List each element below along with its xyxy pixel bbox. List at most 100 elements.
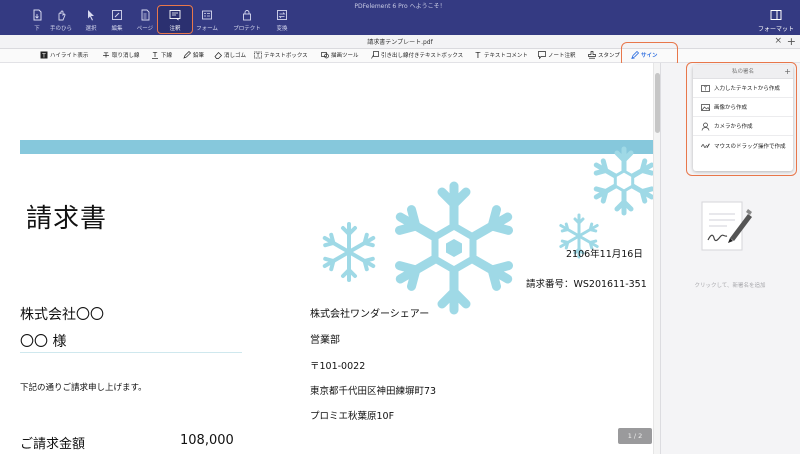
signature-menu-title: 私の署名 xyxy=(731,69,754,75)
tool-underline-label: 下線 xyxy=(161,53,173,59)
toolbar-page-down-label: 下 xyxy=(34,26,40,32)
bill-to-person: 〇〇 様 xyxy=(20,334,67,350)
issuer-company: 株式会社ワンダーシェアー xyxy=(310,309,430,320)
form-icon xyxy=(202,10,212,20)
tool-text-comment-label: テキストコメント xyxy=(484,53,528,59)
toolbar-convert-label: 変換 xyxy=(276,26,288,32)
textbox-icon: T xyxy=(254,51,262,59)
add-tab-icon[interactable]: + xyxy=(787,35,796,48)
create-from-text-option[interactable]: T 入力したテキストから作成 xyxy=(693,79,793,98)
underline-icon: T xyxy=(152,51,158,59)
shape-icon xyxy=(321,52,329,59)
hand-icon xyxy=(58,10,66,21)
tool-eraser-label: 消しゴム xyxy=(224,53,247,59)
create-from-image-option[interactable]: 画像から作成 xyxy=(693,98,793,117)
invoice-title: 請求書 xyxy=(26,204,108,234)
tool-callout[interactable]: 引き出し線付きテキストボックス xyxy=(371,51,463,59)
tool-stamp-label: スタンプ xyxy=(598,53,620,59)
tab-strip: 請求書テンプレート.pdf × + xyxy=(0,35,800,49)
document-canvas[interactable]: 請求書 2106年11月16日 請求番号：WS201611-351 株式会社〇〇… xyxy=(0,63,660,454)
toolbar-annotate-label: 注釈 xyxy=(169,26,181,32)
toolbar-edit-label: 編集 xyxy=(111,26,123,32)
create-from-camera-option[interactable]: カメラから作成 xyxy=(693,117,793,136)
text-sign-icon: T xyxy=(701,84,710,92)
toolbar-hand-label: 手のひら xyxy=(49,26,72,32)
small-snowflake-decoration xyxy=(322,222,376,282)
edit-icon xyxy=(112,10,122,20)
tool-shape-label: 描画ツール xyxy=(331,53,359,59)
stamp-icon xyxy=(588,51,596,59)
tool-textbox[interactable]: T テキストボックス xyxy=(254,51,308,59)
signature-illustration-icon xyxy=(701,201,752,251)
bill-to-divider xyxy=(20,352,242,353)
pencil-icon xyxy=(183,51,191,59)
page-down-icon xyxy=(33,9,42,21)
toolbar-page-label: ページ xyxy=(136,26,154,32)
protect-icon xyxy=(243,10,251,21)
invoice-number: 請求番号：WS201611-351 xyxy=(526,279,647,290)
format-button[interactable]: フォーマット xyxy=(756,4,796,34)
note-icon xyxy=(538,51,546,59)
create-by-mouse-option[interactable]: マウスのドラッグ操作で作成 xyxy=(693,136,793,155)
toolbar-form-button[interactable]: フォーム xyxy=(194,4,220,34)
large-snowflake-decoration xyxy=(395,181,513,315)
strikethrough-icon: T xyxy=(103,52,109,59)
issuer-postal-code: 〒101-0022 xyxy=(310,361,366,372)
svg-text:T: T xyxy=(152,51,158,59)
toolbar-form-label: フォーム xyxy=(196,26,218,32)
invoice-greeting: 下記の通りご請求申し上げます。 xyxy=(20,383,147,393)
toolbar-protect-button[interactable]: プロテクト xyxy=(230,4,264,34)
close-tab-icon[interactable]: × xyxy=(774,36,782,46)
toolbar-protect-label: プロテクト xyxy=(233,26,261,32)
document-scrollbar[interactable] xyxy=(653,63,660,454)
toolbar-annotate-button[interactable]: 注釈 xyxy=(163,4,187,34)
total-amount-value: 108,000 xyxy=(180,433,234,448)
tool-note-label: ノート注釈 xyxy=(548,53,576,59)
tool-highlight-label: ハイライト表示 xyxy=(50,53,89,59)
tool-shape[interactable]: 描画ツール xyxy=(321,51,359,59)
invoice-date: 2106年11月16日 xyxy=(566,249,643,260)
highlight-icon: T xyxy=(40,51,48,59)
callout-icon xyxy=(371,51,379,59)
format-label: フォーマット xyxy=(757,26,794,33)
signature-menu-header: 私の署名 + xyxy=(693,65,793,79)
create-from-image-label: 画像から作成 xyxy=(714,105,748,111)
toolbar-convert-button[interactable]: 変換 xyxy=(271,4,293,34)
toolbar-hand-button[interactable]: 手のひら xyxy=(48,4,74,34)
annotation-toolbar: T ハイライト表示 T 取り消し線 T 下線 鉛筆 消しゴム T テキストボック… xyxy=(0,49,800,63)
tool-note[interactable]: ノート注釈 xyxy=(538,51,576,59)
tool-textbox-label: テキストボックス xyxy=(264,53,308,59)
corner-snowflake-decoration xyxy=(593,146,655,216)
pointer-icon xyxy=(88,10,94,21)
add-signature-icon[interactable]: + xyxy=(784,65,791,79)
total-amount-label: ご請求金額 xyxy=(20,437,86,452)
format-panel-icon xyxy=(770,10,782,20)
toolbar-select-button[interactable]: 選択 xyxy=(80,4,102,34)
tool-eraser[interactable]: 消しゴム xyxy=(214,51,246,59)
svg-text:T: T xyxy=(41,52,46,59)
issuer-address: 東京都千代田区神田練塀町73 xyxy=(310,386,437,397)
toolbar-page-button[interactable]: ページ xyxy=(134,4,156,34)
tool-stamp[interactable]: スタンプ xyxy=(588,51,620,59)
tool-text-comment[interactable]: T テキストコメント xyxy=(474,51,528,59)
camera-icon xyxy=(701,122,710,131)
document-tab[interactable]: 請求書テンプレート.pdf xyxy=(0,37,800,46)
toolbar-select-label: 選択 xyxy=(85,26,97,32)
mouse-draw-icon xyxy=(701,143,710,148)
toolbar-page-down-button[interactable]: 下 xyxy=(26,4,48,34)
signature-menu: 私の署名 + T 入力したテキストから作成 画像から作成 カメラから作成 マウス… xyxy=(693,65,793,171)
add-signature-hint: クリックして、新署名を追加 xyxy=(694,283,766,289)
create-by-mouse-label: マウスのドラッグ操作で作成 xyxy=(714,143,786,150)
tool-pencil[interactable]: 鉛筆 xyxy=(183,51,204,59)
tool-strikethrough[interactable]: T 取り消し線 xyxy=(102,51,140,60)
tool-underline[interactable]: T 下線 xyxy=(151,51,172,59)
convert-icon xyxy=(277,10,287,20)
tool-pencil-label: 鉛筆 xyxy=(193,53,205,59)
create-from-text-label: 入力したテキストから作成 xyxy=(714,86,780,92)
tool-callout-label: 引き出し線付きテキストボックス xyxy=(381,53,464,59)
annotate-icon xyxy=(169,10,181,21)
tool-strikethrough-label: 取り消し線 xyxy=(112,53,140,59)
toolbar-edit-button[interactable]: 編集 xyxy=(106,4,128,34)
tool-highlight[interactable]: T ハイライト表示 xyxy=(40,51,88,59)
svg-text:T: T xyxy=(475,51,481,59)
